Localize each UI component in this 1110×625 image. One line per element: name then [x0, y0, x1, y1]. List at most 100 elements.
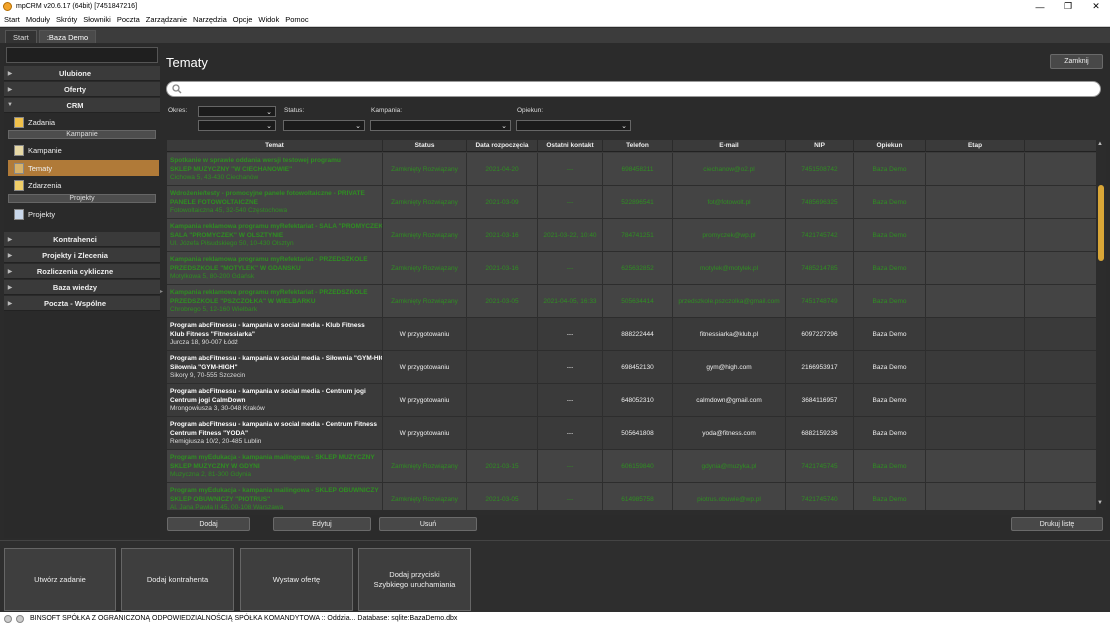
table-row[interactable]: Program myEdukacja - kampania mailingowa…	[167, 450, 1096, 483]
add-quick-launch-button[interactable]: Dodaj przyciski Szybkiego uruchamiania	[358, 548, 471, 611]
cell-stage	[926, 384, 1025, 417]
sidebar-item-projekty[interactable]: Projekty	[8, 206, 159, 222]
edit-button[interactable]: Edytuj	[273, 517, 371, 531]
cell-start-date: 2021-03-16	[467, 219, 538, 252]
topic-company: SKLEP MUZYCZNY W GDYNI	[170, 462, 260, 470]
issue-offer-button[interactable]: Wystaw ofertę	[240, 548, 353, 611]
close-icon[interactable]: ✕	[1082, 0, 1110, 13]
column-header-ostatni-kontakt[interactable]: Ostatni kontakt	[538, 140, 603, 152]
table-row[interactable]: Wdrożenie/testy - promocyjne panele foto…	[167, 186, 1096, 219]
menu-opcje[interactable]: Opcje	[233, 15, 253, 24]
topic-company: PANELE FOTOWOLTAICZNE	[170, 198, 258, 206]
topic-title: Wdrożenie/testy - promocyjne panele foto…	[170, 190, 365, 197]
create-task-button[interactable]: Utwórz zadanie	[4, 548, 116, 611]
filter-okres-select[interactable]: ⌄	[198, 106, 276, 117]
table-row[interactable]: Spotkanie w sprawie oddania wersji testo…	[167, 153, 1096, 186]
column-header-telefon[interactable]: Telefon	[603, 140, 673, 152]
print-list-button[interactable]: Drukuj listę	[1011, 517, 1103, 531]
column-header-email[interactable]: E-mail	[673, 140, 786, 152]
column-header-data-rozpoczecia[interactable]: Data rozpoczęcia	[467, 140, 538, 152]
minimize-icon[interactable]: —	[1026, 0, 1054, 13]
table-row[interactable]: Program abcFitnessu - kampania w social …	[167, 417, 1096, 450]
restore-icon[interactable]: ❐	[1054, 0, 1082, 13]
quick-launch-panel: Utwórz zadanie Dodaj kontrahenta Wystaw …	[0, 540, 1110, 612]
sidebar-section-oferty[interactable]: ▶ Oferty	[4, 82, 160, 97]
title-bar: mpCRM v20.6.17 (64bit) [7451847216] — ❐ …	[0, 0, 1110, 13]
table-row[interactable]: Program abcFitnessu - kampania w social …	[167, 384, 1096, 417]
table-row[interactable]: Kampania reklamowa programu myRefektaria…	[167, 219, 1096, 252]
cell-status: Zamknięty Rozwiązany	[383, 483, 467, 510]
cell-topic: Kampania reklamowa programu myRefektaria…	[167, 252, 383, 285]
chevron-down-icon: ⌄	[266, 123, 272, 130]
menu-moduly[interactable]: Moduły	[26, 15, 50, 24]
cell-status: W przygotowaniu	[383, 417, 467, 450]
column-header-opiekun[interactable]: Opiekun	[854, 140, 926, 152]
menu-widok[interactable]: Widok	[258, 15, 279, 24]
menu-slowniki[interactable]: Słowniki	[83, 15, 111, 24]
filter-status-select[interactable]: ⌄	[283, 120, 365, 131]
sidebar-section-crm[interactable]: ▼ CRM	[4, 98, 160, 113]
sidebar-item-zadania[interactable]: Zadania	[8, 114, 159, 130]
topic-address: Ul. Józefa Piłsudskiego 50, 10-430 Olszt…	[170, 240, 294, 247]
sidebar: ▶ Ulubione ▶ Oferty ▼ CRM Zadania Kampanie …	[4, 44, 160, 538]
scroll-down-icon[interactable]: ▼	[1097, 500, 1103, 506]
scrollbar-thumb[interactable]	[1098, 185, 1104, 261]
scroll-up-icon[interactable]: ▲	[1097, 141, 1103, 147]
sidebar-section-baza-wiedzy[interactable]: ▶ Baza wiedzy	[4, 280, 160, 295]
filter-okres-select-2[interactable]: ⌄	[198, 120, 276, 131]
table-row[interactable]: Program abcFitnessu - kampania w social …	[167, 318, 1096, 351]
table-row[interactable]: Kampania reklamowa programu myRefektaria…	[167, 252, 1096, 285]
status-indicator-icon	[16, 614, 24, 623]
menu-poczta[interactable]: Poczta	[117, 15, 140, 24]
menu-zarzadzanie[interactable]: Zarządzanie	[146, 15, 187, 24]
table-row[interactable]: Kampania reklamowa programu myRefektaria…	[167, 285, 1096, 318]
chevron-down-icon: ⌄	[621, 123, 627, 130]
tab-baza-demo[interactable]: :Baza Demo	[38, 30, 97, 43]
column-header-temat[interactable]: Temat	[167, 140, 383, 152]
filter-opiekun-select[interactable]: ⌄	[516, 120, 631, 131]
sidebar-section-rozliczenia[interactable]: ▶ Rozliczenia cykliczne	[4, 264, 160, 279]
cell-nip: 7485696325	[786, 186, 854, 219]
column-header-etap[interactable]: Etap	[926, 140, 1025, 152]
cell-topic: Program myEdukacja - kampania mailingowa…	[167, 450, 383, 483]
column-header-status[interactable]: Status	[383, 140, 467, 152]
horizontal-scrollbar[interactable]	[167, 510, 1096, 515]
sidebar-section-kontrahenci[interactable]: ▶ Kontrahenci	[4, 232, 160, 247]
cell-status: W przygotowaniu	[383, 318, 467, 351]
expand-arrow-icon: ▶	[7, 284, 13, 291]
sidebar-section-poczta[interactable]: ▶ Poczta - Wspólne	[4, 296, 160, 311]
close-button[interactable]: Zamknij	[1050, 54, 1103, 69]
sidebar-item-kampanie[interactable]: Kampanie	[8, 142, 159, 158]
add-contractor-button[interactable]: Dodaj kontrahenta	[121, 548, 234, 611]
table-row[interactable]: Program myEdukacja - kampania mailingowa…	[167, 483, 1096, 510]
add-button[interactable]: Dodaj	[167, 517, 250, 531]
filter-okres-label: Okres:	[168, 107, 188, 114]
menu-pomoc[interactable]: Pomoc	[285, 15, 308, 24]
column-header-nip[interactable]: NIP	[786, 140, 854, 152]
sidebar-collapse-icon[interactable]: ▸	[160, 288, 163, 295]
menu-start[interactable]: Start	[4, 15, 20, 24]
search-input[interactable]	[166, 81, 1101, 97]
campaign-icon	[14, 144, 24, 156]
cell-stage	[926, 219, 1025, 252]
menu-skroty[interactable]: Skróty	[56, 15, 77, 24]
sidebar-item-zdarzenia[interactable]: Zdarzenia	[8, 177, 159, 193]
menu-narzedzia[interactable]: Narzędzia	[193, 15, 227, 24]
sidebar-section-ulubione[interactable]: ▶ Ulubione	[4, 66, 160, 81]
tab-start[interactable]: Start	[5, 30, 37, 43]
cell-start-date	[467, 417, 538, 450]
cell-phone: 784741251	[603, 219, 673, 252]
table-row[interactable]: Program abcFitnessu - kampania w social …	[167, 351, 1096, 384]
sidebar-search-input[interactable]	[6, 47, 158, 63]
cell-phone: 505641808	[603, 417, 673, 450]
vertical-scrollbar[interactable]: ▲ ▼	[1096, 140, 1106, 510]
cell-stage	[926, 285, 1025, 318]
cell-start-date	[467, 384, 538, 417]
sidebar-section-projekty-zlecenia[interactable]: ▶ Projekty i Zlecenia	[4, 248, 160, 263]
cell-nip: 7451748749	[786, 285, 854, 318]
topic-company: Klub Fitness "Fitnessiarka"	[170, 330, 255, 338]
sidebar-item-tematy[interactable]: Tematy	[8, 160, 159, 176]
cell-email: motylek@motylek.pl	[673, 252, 786, 285]
filter-kampania-select[interactable]: ⌄	[370, 120, 511, 131]
delete-button[interactable]: Usuń	[379, 517, 477, 531]
